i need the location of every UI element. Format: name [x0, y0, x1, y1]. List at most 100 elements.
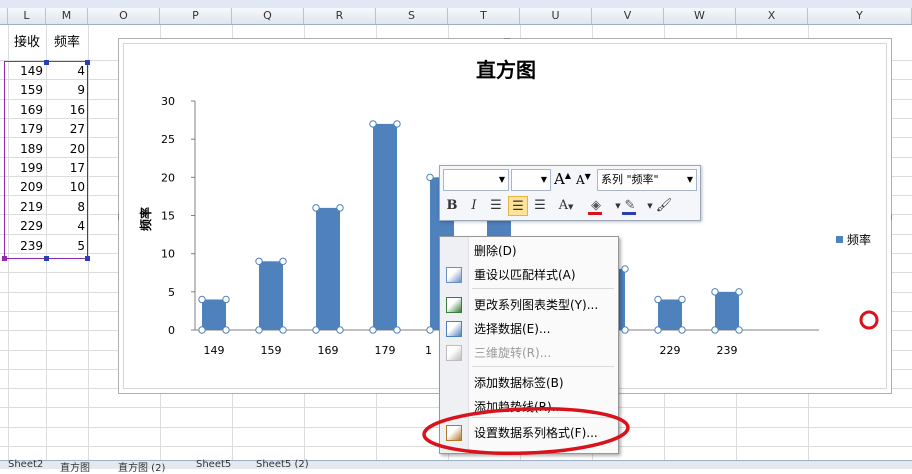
align-right-icon[interactable]: ☰ [530, 196, 550, 216]
y-tick-label: 15 [161, 210, 175, 223]
bar-149[interactable] [202, 299, 226, 330]
bold-button[interactable]: B [442, 196, 462, 216]
menu-item-label: 添加数据标签(B) [474, 376, 564, 390]
selection-handle[interactable] [336, 326, 344, 334]
y-tick-label: 20 [161, 171, 175, 184]
column-header-W[interactable]: W [664, 8, 736, 25]
range-handle[interactable] [85, 60, 90, 65]
range-handle[interactable] [85, 256, 90, 261]
selection-handle[interactable] [312, 326, 320, 334]
selection-handle[interactable] [735, 288, 743, 296]
row-header-corner[interactable] [0, 8, 8, 25]
italic-button[interactable]: I [464, 196, 484, 216]
y-axis-title[interactable]: 频率 [138, 207, 153, 231]
font-color-button[interactable]: A▼ [556, 196, 576, 216]
menu-item-2[interactable]: 更改系列图表类型(Y)... [440, 293, 618, 317]
header-cell-frequency[interactable]: 频率 [46, 26, 88, 60]
selection-handle[interactable] [426, 326, 434, 334]
sheet-tab-active[interactable]: Sheet5 (2) [256, 459, 309, 470]
column-header-M[interactable]: M [46, 8, 88, 25]
line-color-icon[interactable]: ✎ [620, 196, 640, 216]
column-header-Q[interactable]: Q [232, 8, 304, 25]
selection-handle[interactable] [621, 326, 629, 334]
column-header-T[interactable]: T [448, 8, 520, 25]
selection-handle[interactable] [654, 326, 662, 334]
selection-handle[interactable] [369, 120, 377, 128]
format-painter-icon[interactable]: 🖌 [654, 196, 674, 216]
selection-handle[interactable] [426, 173, 434, 182]
selection-handle[interactable] [279, 326, 287, 334]
column-header-P[interactable]: P [160, 8, 232, 25]
bar-239[interactable] [715, 291, 739, 330]
chevron-down-icon: ▼ [686, 175, 693, 184]
menu-item-6[interactable]: 添加趋势线(R)... [440, 395, 618, 419]
selection-handle[interactable] [198, 295, 206, 304]
x-tick-label: 149 [204, 344, 225, 357]
selection-handle[interactable] [279, 257, 287, 266]
selection-handle[interactable] [222, 326, 230, 334]
shrink-font-button[interactable]: A▼ [576, 172, 591, 187]
menu-separator [472, 366, 614, 367]
x-tick-label: 169 [318, 344, 339, 357]
selection-handle[interactable] [621, 265, 629, 273]
selection-handle[interactable] [711, 288, 719, 296]
bar-179[interactable] [373, 123, 397, 331]
sheet-tab[interactable]: 直方图 [60, 459, 90, 474]
grow-font-button[interactable]: A▲ [554, 170, 571, 188]
bar-229[interactable] [658, 299, 682, 330]
chevron-down-icon: ▼ [498, 175, 505, 184]
series-select-combo[interactable]: 系列 "频率" ▼ [597, 169, 697, 191]
selection-handle[interactable] [678, 326, 686, 334]
x-tick-label: 179 [375, 344, 396, 357]
selection-handle[interactable] [312, 204, 320, 212]
column-header-V[interactable]: V [592, 8, 664, 25]
selection-handle[interactable] [336, 204, 344, 212]
selection-handle[interactable] [222, 295, 230, 304]
selection-handle[interactable] [678, 295, 686, 304]
context-menu: 删除(D) 重设以匹配样式(A) 更改系列图表类型(Y)... 选择数据(E)... 三… [439, 236, 619, 454]
selection-handle[interactable] [255, 257, 263, 266]
selection-handle[interactable] [255, 326, 263, 334]
selection-handle[interactable] [711, 326, 719, 334]
column-header-X[interactable]: X [736, 8, 808, 25]
menu-item-label: 三维旋转(R)... [474, 346, 552, 360]
font-size-combo[interactable]: ▼ [511, 169, 551, 191]
legend-label[interactable]: 频率 [847, 232, 871, 247]
sheet-tab[interactable]: Sheet2 [8, 459, 43, 470]
column-header-Y[interactable]: Y [808, 8, 912, 25]
sheet-tab[interactable]: Sheet5 [196, 459, 231, 470]
selection-handle[interactable] [369, 326, 377, 334]
sheet-tab[interactable]: 直方图 (2) [118, 459, 165, 474]
menu-item-label: 删除(D) [474, 244, 517, 258]
selection-handle[interactable] [393, 120, 401, 128]
column-header-O[interactable]: O [88, 8, 160, 25]
range-handle[interactable] [44, 60, 49, 65]
y-tick-label: 25 [161, 133, 175, 146]
menu-item-1[interactable]: 重设以匹配样式(A) [440, 263, 618, 287]
column-header-S[interactable]: S [376, 8, 448, 25]
align-center-icon[interactable]: ☰ [508, 196, 528, 216]
selection-handle[interactable] [735, 326, 743, 334]
range-handle[interactable] [2, 256, 7, 261]
x-tick-label: 229 [660, 344, 681, 357]
selection-handle[interactable] [654, 295, 662, 304]
range-handle[interactable] [44, 256, 49, 261]
align-left-icon[interactable]: ☰ [486, 196, 506, 216]
header-cell-receive[interactable]: 接收 [8, 26, 46, 60]
column-header-R[interactable]: R [304, 8, 376, 25]
bar-159[interactable] [259, 261, 283, 330]
menu-item-7[interactable]: 设置数据系列格式(F)... [440, 421, 618, 445]
selection-handle[interactable] [393, 326, 401, 334]
bar-169[interactable] [316, 207, 340, 330]
menu-item-label: 添加趋势线(R)... [474, 400, 564, 414]
selection-handle[interactable] [198, 326, 206, 334]
menu-item-5[interactable]: 添加数据标签(B) [440, 371, 618, 395]
menu-item-0[interactable]: 删除(D) [440, 239, 618, 263]
fill-color-icon[interactable]: ◈ [586, 196, 606, 216]
column-header-L[interactable]: L [8, 8, 46, 25]
column-header-U[interactable]: U [520, 8, 592, 25]
chart-title[interactable]: 直方图 [476, 58, 536, 82]
menu-item-3[interactable]: 选择数据(E)... [440, 317, 618, 341]
font-name-combo[interactable]: ▼ [443, 169, 509, 191]
y-axis[interactable]: 0 5 10 15 20 25 30 [161, 95, 195, 337]
